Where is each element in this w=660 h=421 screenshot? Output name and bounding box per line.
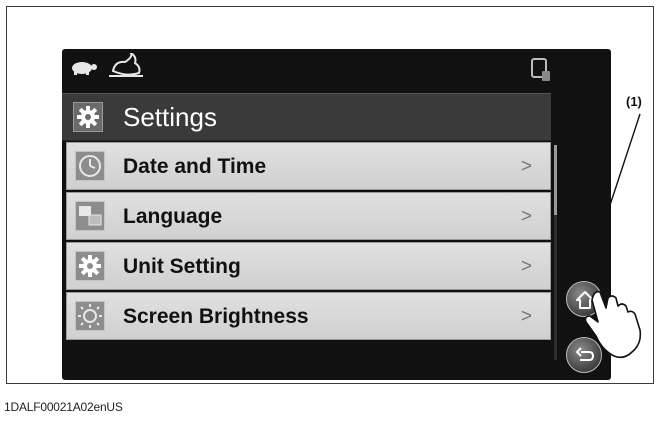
annotation-overlay (584, 113, 642, 359)
figure-code: 1DALF00021A02enUS (4, 400, 123, 414)
callout-leader-line (587, 113, 641, 273)
pointing-hand-icon (584, 290, 642, 359)
